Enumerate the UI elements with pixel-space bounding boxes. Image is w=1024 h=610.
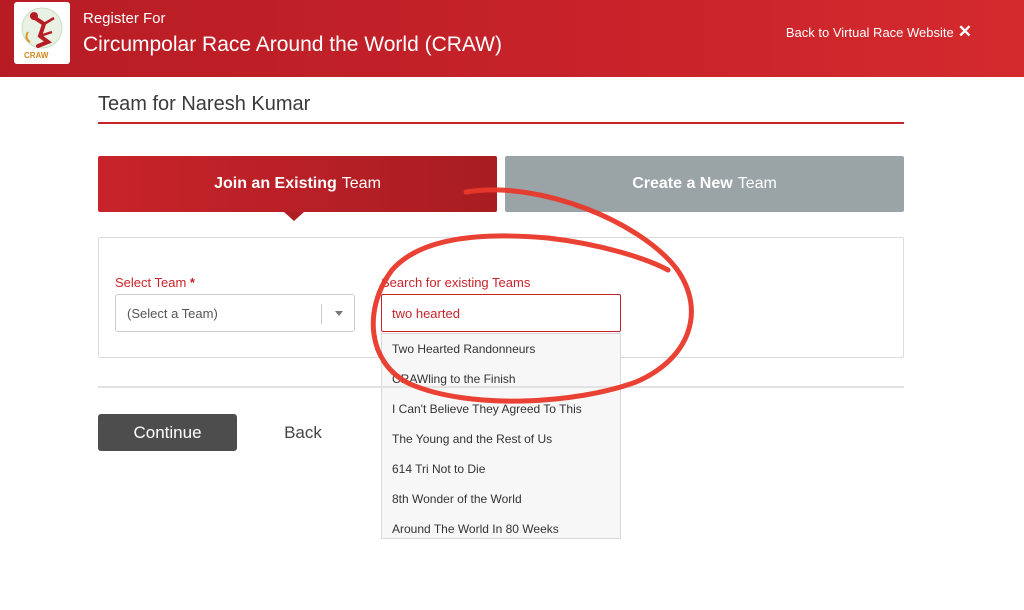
page-title: Team for Naresh Kumar [98,93,311,115]
search-result-item[interactable]: CRAWling to the Finish [382,364,620,394]
actions-divider [98,386,904,388]
search-result-item[interactable]: I Can't Believe They Agreed To This [382,394,620,424]
tab-create-label: Team [737,175,777,192]
select-separator [321,304,322,324]
select-team-value: (Select a Team) [127,305,218,321]
search-teams-input[interactable] [381,294,621,332]
tab-join-bold-label: Join an Existing [214,175,337,192]
close-icon[interactable]: ✕ [958,23,972,40]
search-result-item[interactable]: The Young and the Rest of Us [382,424,620,454]
chevron-down-icon[interactable] [335,311,343,316]
title-divider [98,122,904,124]
search-result-item[interactable]: Around The World In 80 Weeks [382,514,620,538]
search-teams-label: Search for existing Teams [381,275,531,290]
search-result-item[interactable]: 614 Tri Not to Die [382,454,620,484]
app-header: CRAW Register For Circumpolar Race Aroun… [0,0,1024,77]
tab-join-label: Team [341,175,381,192]
team-search-results: Two Hearted Randonneurs CRAWling to the … [381,333,621,539]
header-titles: Register For Circumpolar Race Around the… [83,10,502,60]
tab-create-bold-label: Create a New [632,175,733,192]
select-team-label: Select Team * [115,275,195,290]
select-team-label-text: Select Team [115,275,187,290]
logo-wordmark: CRAW [24,51,49,60]
select-team-dropdown[interactable]: (Select a Team) [115,294,355,332]
back-link-label: Back to Virtual Race Website [785,24,954,40]
header-pre-title: Register For [83,10,166,27]
tab-join-existing-team[interactable]: Join an Existing Team [98,156,497,212]
search-result-item[interactable]: 8th Wonder of the World [382,484,620,514]
event-title: Circumpolar Race Around the World (CRAW) [83,33,502,56]
back-to-website-link[interactable]: Back to Virtual Race Website ✕ [785,23,972,40]
active-tab-pointer [284,212,304,221]
craw-logo: CRAW [14,2,70,64]
required-asterisk: * [189,275,195,290]
back-button[interactable]: Back [270,414,336,451]
tab-create-new-team[interactable]: Create a New Team [505,156,904,212]
continue-button[interactable]: Continue [98,414,237,451]
search-result-item[interactable]: Two Hearted Randonneurs [382,334,620,364]
